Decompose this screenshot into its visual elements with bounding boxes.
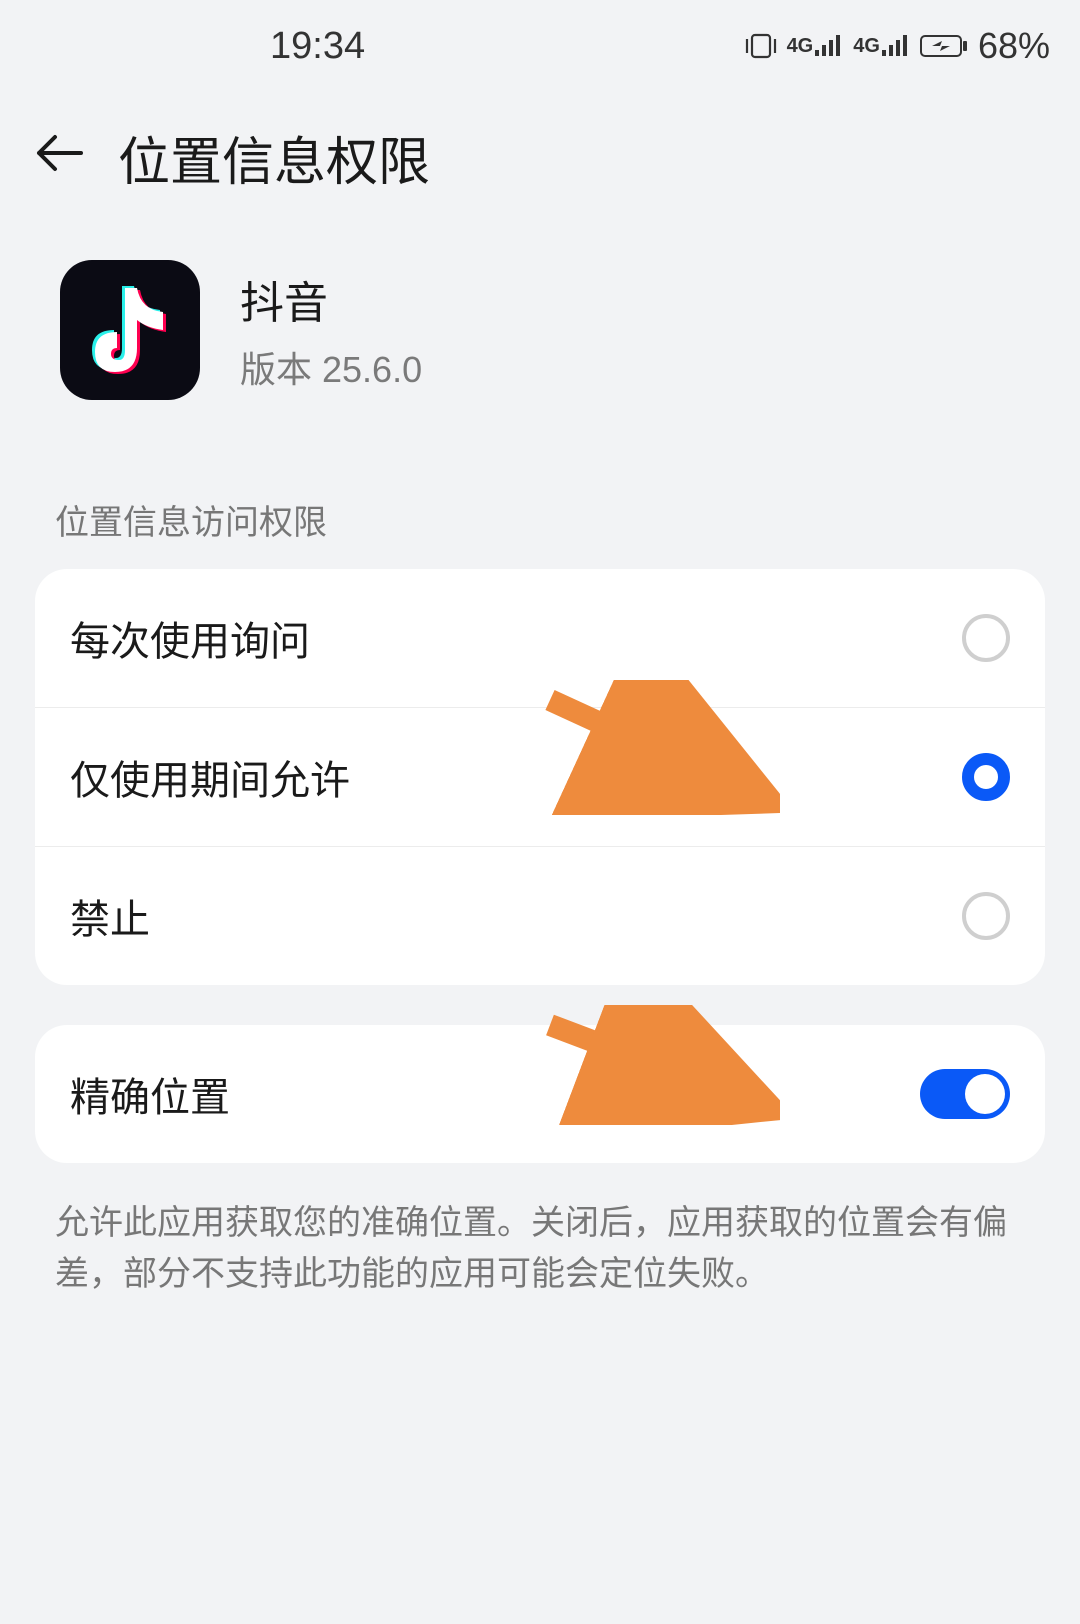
description-text: 允许此应用获取您的准确位置。关闭后，应用获取的位置会有偏差，部分不支持此功能的应… xyxy=(0,1163,1080,1335)
back-arrow-icon[interactable] xyxy=(35,130,83,185)
precise-location-card: 精确位置 xyxy=(35,1025,1045,1163)
page-title: 位置信息权限 xyxy=(118,120,430,195)
radio-unselected-icon xyxy=(962,614,1010,662)
toggle-knob xyxy=(965,1074,1005,1114)
option-allow-while-using[interactable]: 仅使用期间允许 xyxy=(35,708,1045,847)
radio-selected-icon xyxy=(962,753,1010,801)
option-deny[interactable]: 禁止 xyxy=(35,847,1045,985)
option-ask-every-time[interactable]: 每次使用询问 xyxy=(35,569,1045,708)
section-label: 位置信息访问权限 xyxy=(0,450,1080,569)
status-indicators: 4G 4G 68% xyxy=(745,25,1050,67)
battery-percent: 68% xyxy=(978,25,1050,67)
signal-1-icon: 4G xyxy=(787,35,844,58)
option-label: 每次使用询问 xyxy=(70,609,310,667)
app-version: 版本 25.6.0 xyxy=(240,341,422,393)
radio-unselected-icon xyxy=(962,892,1010,940)
vibrate-icon xyxy=(745,33,777,59)
header: 位置信息权限 xyxy=(0,90,1080,230)
app-info: 抖音 版本 25.6.0 xyxy=(240,267,422,393)
signal-2-icon: 4G xyxy=(853,35,910,58)
app-info-section: 抖音 版本 25.6.0 xyxy=(0,230,1080,450)
status-time: 19:34 xyxy=(270,25,365,68)
option-label: 仅使用期间允许 xyxy=(70,748,350,806)
option-label: 禁止 xyxy=(70,887,150,945)
permission-options-card: 每次使用询问 仅使用期间允许 禁止 xyxy=(35,569,1045,985)
toggle-switch-icon[interactable] xyxy=(920,1069,1010,1119)
precise-location-row[interactable]: 精确位置 xyxy=(35,1025,1045,1163)
battery-icon xyxy=(920,33,968,59)
app-name: 抖音 xyxy=(240,267,422,331)
status-bar: 19:34 4G 4G xyxy=(0,0,1080,90)
precise-location-label: 精确位置 xyxy=(70,1065,230,1123)
app-icon xyxy=(60,260,200,400)
